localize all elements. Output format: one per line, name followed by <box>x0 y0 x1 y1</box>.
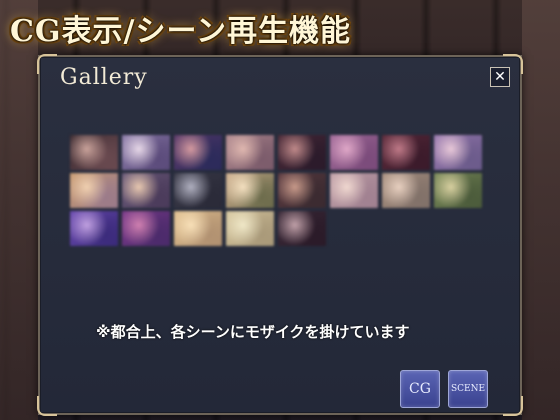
corner-ornament-icon <box>503 396 523 416</box>
gallery-thumbnail[interactable] <box>330 135 378 170</box>
cg-mode-button[interactable]: CG <box>400 370 440 408</box>
gallery-thumbnail[interactable] <box>122 211 170 246</box>
gallery-thumbnail[interactable] <box>70 211 118 246</box>
gallery-thumbnail[interactable] <box>226 135 274 170</box>
gallery-thumbnail[interactable] <box>174 211 222 246</box>
gallery-thumbnail[interactable] <box>174 135 222 170</box>
gallery-thumbnail[interactable] <box>278 135 326 170</box>
gallery-thumbnail[interactable] <box>226 211 274 246</box>
gallery-thumbnail[interactable] <box>278 211 326 246</box>
close-button[interactable]: ✕ <box>490 67 510 87</box>
gallery-thumbnail[interactable] <box>226 173 274 208</box>
gallery-title: Gallery <box>60 65 148 90</box>
thumbnail-grid <box>70 135 490 246</box>
scene-mode-button[interactable]: SCENE <box>448 370 488 408</box>
gallery-window: Gallery ✕ ※都合上、各シーンにモザイクを掛けています CG SCENE <box>37 54 523 416</box>
gallery-thumbnail[interactable] <box>278 173 326 208</box>
gallery-thumbnail[interactable] <box>122 135 170 170</box>
background-beam <box>0 0 38 420</box>
gallery-thumbnail[interactable] <box>122 173 170 208</box>
corner-ornament-icon <box>37 54 57 74</box>
gallery-thumbnail[interactable] <box>174 173 222 208</box>
gallery-thumbnail[interactable] <box>434 135 482 170</box>
game-screen: CG表示/シーン再生機能 Gallery ✕ ※都合上、各シーンにモザイクを掛け… <box>0 0 560 420</box>
gallery-thumbnail[interactable] <box>382 135 430 170</box>
corner-ornament-icon <box>37 396 57 416</box>
mosaic-notice: ※都合上、各シーンにモザイクを掛けています <box>96 323 410 341</box>
gallery-thumbnail[interactable] <box>434 173 482 208</box>
gallery-thumbnail[interactable] <box>70 135 118 170</box>
gallery-thumbnail[interactable] <box>330 173 378 208</box>
feature-banner: CG表示/シーン再生機能 <box>10 14 351 49</box>
gallery-thumbnail[interactable] <box>382 173 430 208</box>
background-beam <box>522 0 560 420</box>
gallery-thumbnail[interactable] <box>70 173 118 208</box>
